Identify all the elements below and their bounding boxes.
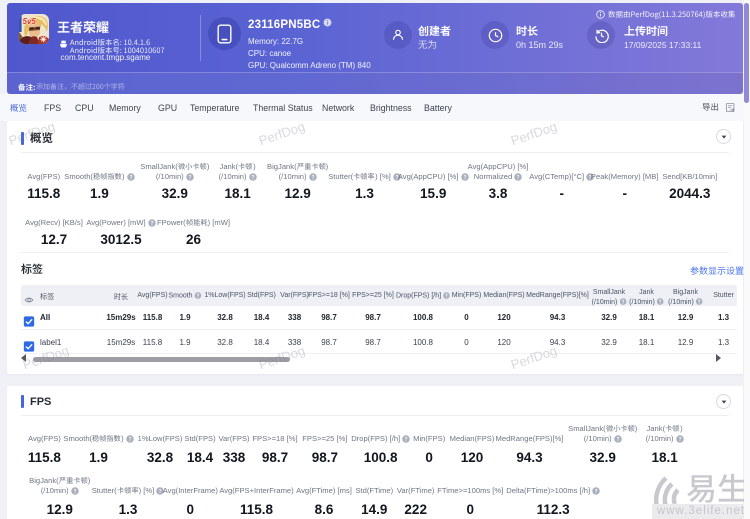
svg-text:5v5: 5v5 (23, 17, 37, 26)
